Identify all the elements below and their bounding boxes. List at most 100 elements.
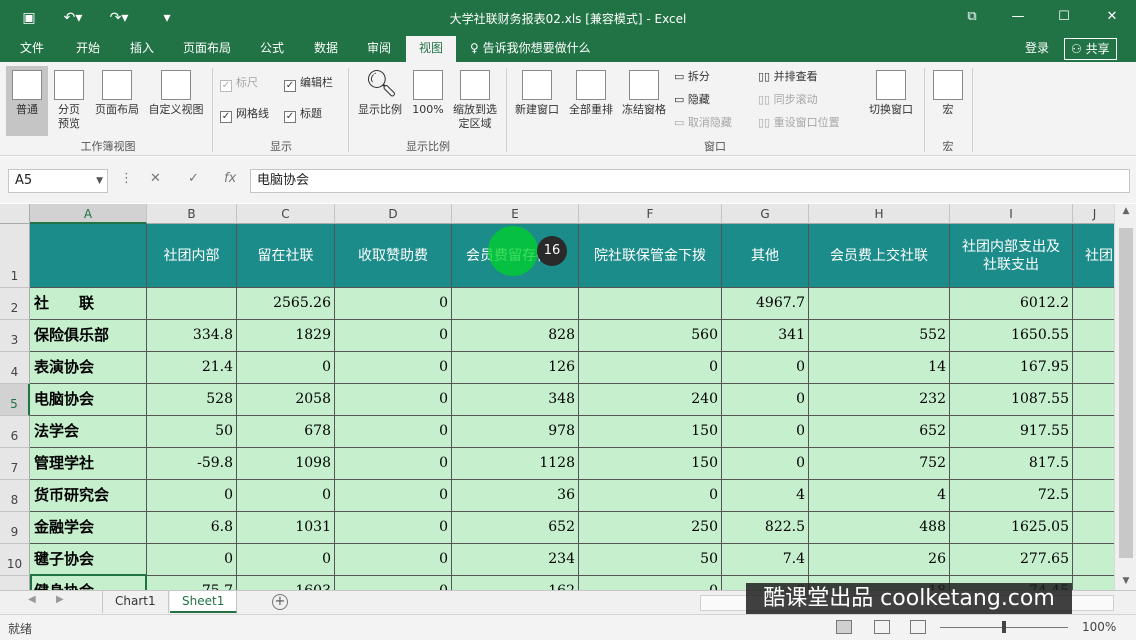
cell-a3[interactable]: 保险俱乐部 [30,320,147,352]
zoom-to-selection-button[interactable]: 缩放到选定区域 [448,66,502,136]
tab-page-layout[interactable]: 页面布局 [174,36,240,62]
cell-g10[interactable]: 7.4 [722,544,809,576]
cell-a9[interactable]: 金融学会 [30,512,147,544]
cell-c4[interactable]: 0 [237,352,335,384]
header-cell-h[interactable]: 会员费上交社联 [809,224,950,288]
cell-b9[interactable]: 6.8 [147,512,237,544]
cell-i4[interactable]: 167.95 [950,352,1073,384]
cell-e6[interactable]: 978 [452,416,579,448]
cell-j10[interactable] [1073,544,1117,576]
cell-b8[interactable]: 0 [147,480,237,512]
cell-b5[interactable]: 528 [147,384,237,416]
sheet-prev-icon[interactable]: ◀ [28,594,36,605]
cell-d8[interactable]: 0 [335,480,452,512]
row-header-2[interactable]: 2 [0,288,30,320]
cell-d3[interactable]: 0 [335,320,452,352]
cell-i2[interactable]: 6012.2 [950,288,1073,320]
cell-d6[interactable]: 0 [335,416,452,448]
cell-c5[interactable]: 2058 [237,384,335,416]
cell-h8[interactable]: 4 [809,480,950,512]
row-header-10[interactable]: 10 [0,544,30,576]
formula-bar-checkbox[interactable]: ✓ 编辑栏 [284,76,333,92]
cell-j6[interactable] [1073,416,1117,448]
cell-c8[interactable]: 0 [237,480,335,512]
zoom-100-button[interactable]: 100% [408,66,448,136]
freeze-panes-button[interactable]: 冻结窗格 [618,66,670,136]
cell-a6[interactable]: 法学会 [30,416,147,448]
row-header-5[interactable]: 5 [0,384,30,416]
header-cell-d[interactable]: 收取赞助费 [335,224,452,288]
cell-g7[interactable]: 0 [722,448,809,480]
cell-j9[interactable] [1073,512,1117,544]
add-sheet-icon[interactable]: + [272,594,288,610]
cell-b2[interactable] [147,288,237,320]
row-header-8[interactable]: 8 [0,480,30,512]
sheet-tab-sheet1[interactable]: Sheet1 [170,591,238,613]
header-cell-g[interactable]: 其他 [722,224,809,288]
normal-view-button[interactable]: 普通 [6,66,48,136]
tab-formulas[interactable]: 公式 [248,36,296,62]
column-header-i[interactable]: I [950,204,1073,224]
cell-i5[interactable]: 1087.55 [950,384,1073,416]
scroll-down-icon[interactable]: ▼ [1115,576,1136,586]
cell-f10[interactable]: 50 [579,544,722,576]
column-header-f[interactable]: F [579,204,722,224]
cell-g8[interactable]: 4 [722,480,809,512]
enter-icon[interactable]: ✓ [188,171,199,186]
cell-b3[interactable]: 334.8 [147,320,237,352]
column-header-h[interactable]: H [809,204,950,224]
row-header-9[interactable]: 9 [0,512,30,544]
column-header-a[interactable]: A [30,204,147,224]
row-header-1[interactable]: 1 [0,224,30,288]
cell-i3[interactable]: 1650.55 [950,320,1073,352]
switch-windows-button[interactable]: 切换窗口 [864,66,918,136]
cell-e4[interactable]: 126 [452,352,579,384]
page-break-status-icon[interactable] [910,620,926,634]
header-cell-b[interactable]: 社团内部 [147,224,237,288]
cell-c7[interactable]: 1098 [237,448,335,480]
close-icon[interactable]: ✕ [1100,6,1124,28]
cell-h10[interactable]: 26 [809,544,950,576]
page-layout-view-button[interactable]: 页面布局 [90,66,144,136]
cell-j4[interactable] [1073,352,1117,384]
tab-review[interactable]: 审阅 [356,36,402,62]
macros-button[interactable]: 宏 [928,66,968,136]
cell-j3[interactable] [1073,320,1117,352]
normal-view-status-icon[interactable] [836,620,852,634]
column-header-d[interactable]: D [335,204,452,224]
zoom-button[interactable]: 🔍︎ 显示比例 [354,66,406,136]
view-side-by-side-button[interactable]: ▯▯ 并排查看 [758,70,818,84]
tab-data[interactable]: 数据 [302,36,350,62]
row-header-6[interactable]: 6 [0,416,30,448]
cell-d10[interactable]: 0 [335,544,452,576]
cell-a7[interactable]: 管理学社 [30,448,147,480]
cell-b10[interactable]: 0 [147,544,237,576]
cell-a10[interactable]: 毽子协会 [30,544,147,576]
minimize-icon[interactable]: — [1006,6,1030,28]
cell-f11[interactable]: 0 [579,576,722,590]
cell-a2[interactable]: 社 联 [30,288,147,320]
cell-d7[interactable]: 0 [335,448,452,480]
cell-f3[interactable]: 560 [579,320,722,352]
cell-f9[interactable]: 250 [579,512,722,544]
arrange-all-button[interactable]: 全部重排 [564,66,618,136]
share-button[interactable]: ⚇ 共享 [1064,38,1117,60]
headings-checkbox[interactable]: ✓ 标题 [284,107,322,123]
cell-h5[interactable]: 232 [809,384,950,416]
column-header-e[interactable]: E [452,204,579,224]
split-button[interactable]: ▭ 拆分 [674,70,710,84]
row-header-3[interactable]: 3 [0,320,30,352]
cell-c11[interactable]: -1603 [237,576,335,590]
cell-d9[interactable]: 0 [335,512,452,544]
tell-me-box[interactable]: ♀ 告诉我你想要做什么 [470,36,591,62]
cell-c2[interactable]: 2565.26 [237,288,335,320]
cell-j11[interactable] [1073,576,1117,590]
cell-e5[interactable]: 348 [452,384,579,416]
cell-i9[interactable]: 1625.05 [950,512,1073,544]
cell-a8[interactable]: 货币研究会 [30,480,147,512]
cell-d2[interactable]: 0 [335,288,452,320]
row-header-7[interactable]: 7 [0,448,30,480]
select-all-corner[interactable] [0,204,30,224]
cell-c6[interactable]: 678 [237,416,335,448]
row-header-4[interactable]: 4 [0,352,30,384]
